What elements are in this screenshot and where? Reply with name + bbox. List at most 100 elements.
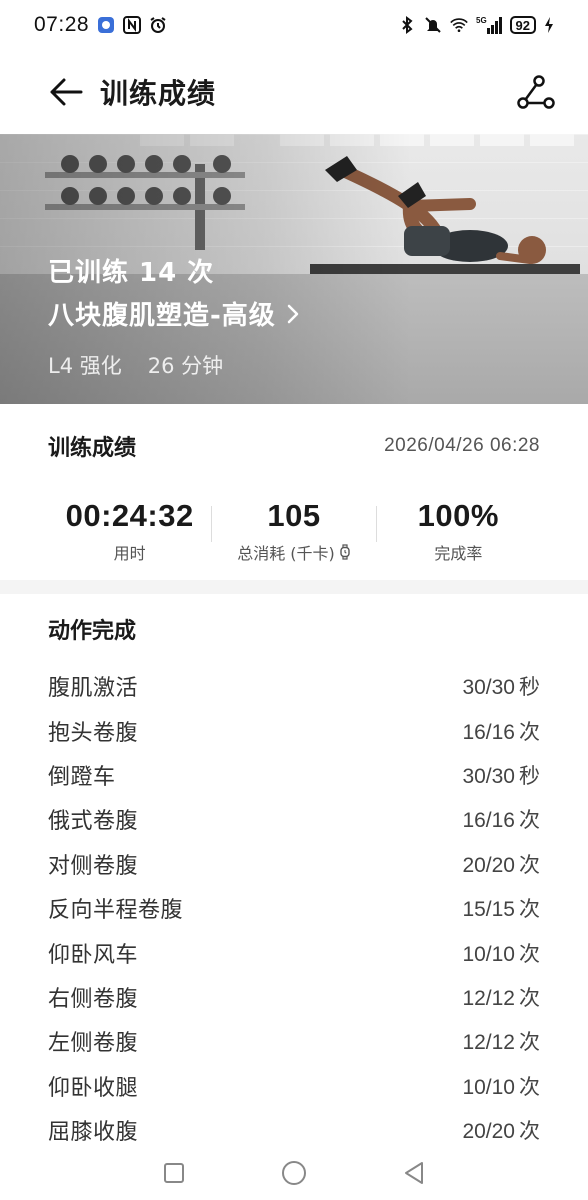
action-unit: 次 bbox=[519, 852, 540, 877]
course-banner[interactable]: 已训练 14 次 八块腹肌塑造-高级 L4 强化 26 分钟 bbox=[0, 134, 588, 404]
share-button[interactable] bbox=[514, 70, 558, 114]
summary-date: 2026/04/26 06:28 bbox=[384, 435, 540, 456]
section-separator bbox=[0, 580, 588, 594]
summary-header: 训练成绩 2026/04/26 06:28 bbox=[48, 404, 540, 488]
recents-button[interactable] bbox=[160, 1159, 188, 1187]
action-count: 30/30 bbox=[462, 764, 515, 788]
alarm-icon bbox=[149, 16, 167, 34]
action-unit: 次 bbox=[519, 985, 540, 1010]
action-progress: 15/15 次 bbox=[462, 893, 540, 923]
action-count: 16/16 bbox=[462, 720, 515, 744]
course-name: 八块腹肌塑造-高级 bbox=[48, 301, 276, 331]
action-progress: 30/30 秒 bbox=[462, 760, 540, 790]
action-count: 20/20 bbox=[462, 1120, 515, 1144]
action-row: 抱头卷腹 16/16 次 bbox=[48, 708, 540, 752]
action-row: 腹肌激活 30/30 秒 bbox=[48, 664, 540, 708]
action-row: 倒蹬车 30/30 秒 bbox=[48, 753, 540, 797]
stat-label: 用时 bbox=[113, 544, 146, 563]
action-count: 12/12 bbox=[462, 1031, 515, 1055]
action-row: 右侧卷腹 12/12 次 bbox=[48, 975, 540, 1019]
action-progress: 12/12 次 bbox=[462, 982, 540, 1012]
stat-label: 总消耗 (千卡) bbox=[237, 544, 335, 563]
action-unit: 次 bbox=[519, 808, 540, 833]
action-unit: 次 bbox=[519, 941, 540, 966]
stat-value: 105 bbox=[267, 498, 321, 533]
action-name: 俄式卷腹 bbox=[48, 809, 139, 835]
recents-square-icon bbox=[164, 1163, 184, 1183]
action-name: 仰卧风车 bbox=[48, 942, 139, 968]
action-unit: 次 bbox=[519, 1030, 540, 1055]
action-count: 15/15 bbox=[462, 898, 515, 922]
course-meta: L4 强化 26 分钟 bbox=[48, 350, 300, 380]
wifi-icon bbox=[449, 16, 468, 34]
actions-section: 动作完成 腹肌激活 30/30 秒抱头卷腹 16/16 次倒蹬车 30/30 秒俄式卷腹 16… bbox=[0, 594, 588, 1152]
stat-completion: 100% 完成率 bbox=[377, 498, 540, 564]
action-row: 仰卧风车 10/10 次 bbox=[48, 930, 540, 974]
action-unit: 秒 bbox=[519, 763, 540, 788]
action-row: 俄式卷腹 16/16 次 bbox=[48, 797, 540, 841]
action-count: 16/16 bbox=[462, 809, 515, 833]
action-count: 10/10 bbox=[462, 1075, 515, 1099]
signal-icon: 5G bbox=[476, 16, 502, 34]
nav-back-button[interactable] bbox=[400, 1159, 428, 1187]
stat-duration: 00:24:32 用时 bbox=[48, 498, 211, 564]
stat-value: 00:24:32 bbox=[65, 498, 194, 533]
action-row: 对侧卷腹 20/20 次 bbox=[48, 842, 540, 886]
charging-icon bbox=[544, 16, 554, 34]
chevron-right-icon bbox=[287, 304, 299, 323]
nfc-icon bbox=[123, 16, 142, 34]
app-bar: 训练成绩 bbox=[0, 50, 588, 134]
stats-row: 00:24:32 用时 105 总消耗 (千卡) 100% 完成率 bbox=[48, 498, 540, 564]
action-count: 12/12 bbox=[462, 986, 515, 1010]
arrow-left-icon bbox=[50, 78, 83, 106]
action-name: 倒蹬车 bbox=[48, 764, 116, 790]
actions-title: 动作完成 bbox=[48, 619, 137, 644]
course-title-link[interactable]: 八块腹肌塑造-高级 bbox=[48, 295, 300, 332]
course-level: L4 强化 bbox=[48, 354, 122, 378]
action-progress: 10/10 次 bbox=[462, 938, 540, 968]
action-row: 左侧卷腹 12/12 次 bbox=[48, 1019, 540, 1063]
action-progress: 16/16 次 bbox=[462, 716, 540, 746]
mute-icon bbox=[424, 16, 442, 34]
action-progress: 12/12 次 bbox=[462, 1026, 540, 1056]
page-title: 训练成绩 bbox=[100, 77, 217, 110]
action-list: 腹肌激活 30/30 秒抱头卷腹 16/16 次倒蹬车 30/30 秒俄式卷腹 16/16 次对… bbox=[48, 664, 540, 1152]
action-count: 30/30 bbox=[462, 676, 515, 700]
action-row: 仰卧收腿 10/10 次 bbox=[48, 1064, 540, 1108]
status-bar: 07:28 5G 92 bbox=[0, 0, 588, 50]
bluetooth-icon bbox=[398, 16, 416, 34]
home-circle-icon bbox=[282, 1161, 306, 1185]
action-unit: 次 bbox=[519, 897, 540, 922]
training-count: 已训练 14 次 bbox=[48, 258, 215, 288]
action-progress: 10/10 次 bbox=[462, 1071, 540, 1101]
watch-icon bbox=[340, 544, 350, 560]
share-icon bbox=[517, 75, 555, 109]
action-name: 腹肌激活 bbox=[48, 676, 139, 702]
banner-text: 已训练 14 次 八块腹肌塑造-高级 L4 强化 26 分钟 bbox=[48, 252, 300, 380]
stat-calories: 105 总消耗 (千卡) bbox=[212, 498, 375, 564]
action-name: 左侧卷腹 bbox=[48, 1031, 139, 1057]
action-name: 反向半程卷腹 bbox=[48, 898, 184, 924]
network-label: 5G bbox=[476, 16, 487, 25]
results-summary: 训练成绩 2026/04/26 06:28 00:24:32 用时 105 总消… bbox=[0, 404, 588, 580]
action-progress: 16/16 次 bbox=[462, 804, 540, 834]
battery-icon: 92 bbox=[509, 16, 536, 34]
action-unit: 次 bbox=[519, 1074, 540, 1099]
back-button[interactable] bbox=[46, 72, 86, 112]
app-badge-icon bbox=[97, 16, 115, 34]
stat-label: 完成率 bbox=[434, 544, 483, 563]
home-button[interactable] bbox=[280, 1159, 308, 1187]
action-name: 对侧卷腹 bbox=[48, 853, 139, 879]
status-time: 07:28 bbox=[34, 13, 90, 36]
action-unit: 秒 bbox=[519, 675, 540, 700]
summary-title: 训练成绩 bbox=[48, 436, 137, 461]
action-count: 20/20 bbox=[462, 853, 515, 877]
action-progress: 20/20 次 bbox=[462, 849, 540, 879]
stat-value: 100% bbox=[417, 498, 499, 533]
action-unit: 次 bbox=[519, 719, 540, 744]
action-name: 仰卧收腿 bbox=[48, 1075, 139, 1101]
back-triangle-icon bbox=[405, 1162, 423, 1184]
action-name: 屈膝收腹 bbox=[48, 1120, 139, 1146]
course-duration: 26 分钟 bbox=[147, 354, 224, 378]
action-unit: 次 bbox=[519, 1119, 540, 1144]
